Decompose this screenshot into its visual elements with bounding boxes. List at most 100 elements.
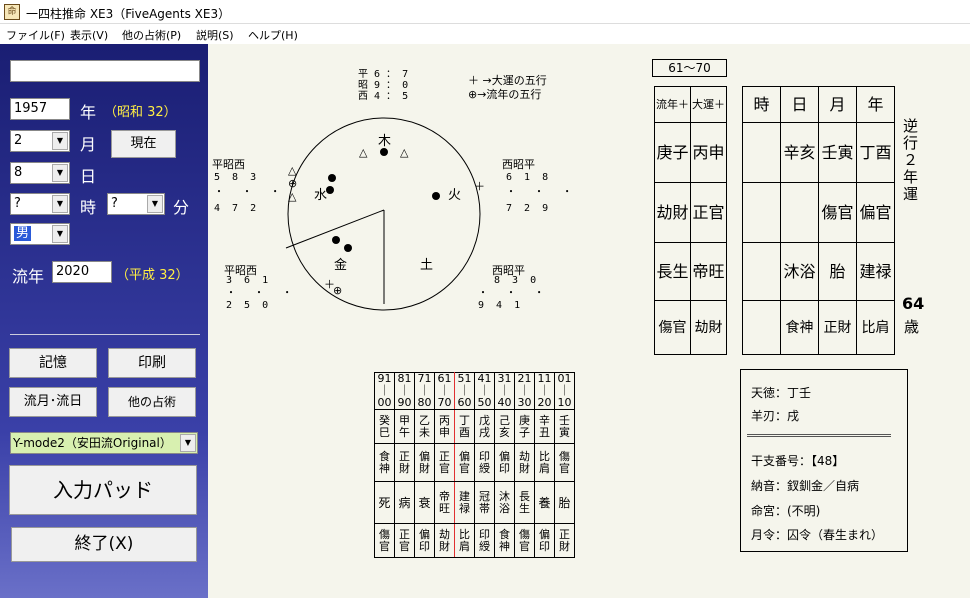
- fire-dot: [432, 192, 440, 200]
- metal-dot-1: [332, 236, 340, 244]
- pillar-cell: 壬寅: [818, 122, 857, 183]
- chevron-down-icon[interactable]: ▼: [52, 164, 68, 182]
- name-input[interactable]: [10, 60, 200, 82]
- hour-select[interactable]: ? ▼: [10, 193, 70, 215]
- now-button[interactable]: 現在: [111, 130, 176, 158]
- mode-select[interactable]: Y-mode2（安田流Original） ▼: [10, 432, 198, 454]
- element-wood: 木: [378, 134, 392, 149]
- dayun-cell-stages: 帝旺: [434, 481, 455, 524]
- lu-head: 平昭西: [212, 158, 245, 171]
- flow-year-era: （平成 32）: [116, 268, 189, 283]
- dayun-cell-hidden: 食神: [494, 523, 515, 558]
- dayun-cell-hidden: 傷官: [374, 523, 395, 558]
- dayun-cell-gods: 偏財: [414, 443, 435, 482]
- dayun-cell-stems: 丙申: [434, 409, 455, 444]
- print-button[interactable]: 印刷: [108, 348, 196, 378]
- element-earth: 土: [420, 258, 434, 273]
- five-element-wheel: 平 6 ： 7 昭 9 ： 0 西 4 ： 5 ＋ →大運の五行 ⊕→流年の五行…: [212, 56, 572, 316]
- dayun-cell-ranges: 31｜40: [494, 372, 515, 410]
- input-pad-button[interactable]: 入力パッド: [9, 465, 197, 515]
- dayun-cell-gods: 印綬: [474, 443, 495, 482]
- pillar-cell: 食神: [780, 300, 819, 355]
- dayun-cell-hidden: 偏印: [534, 523, 555, 558]
- luck-cell: 帝旺: [690, 242, 727, 301]
- luck-table: 流年＋ 大運＋ 庚子 丙申 劫財 正官 長生 帝旺 傷官 劫財: [654, 86, 727, 355]
- triangle-icon: △: [288, 190, 297, 203]
- pillar-header-hour: 時: [742, 86, 781, 123]
- menu-view[interactable]: 表示(V): [70, 27, 108, 43]
- luck-header-ryunen: 流年＋: [654, 86, 691, 123]
- pillar-cell: 傷官: [818, 182, 857, 243]
- month-label: 月: [80, 135, 97, 154]
- dayun-cell-stems: 乙未: [414, 409, 435, 444]
- dayun-cell-hidden: 正財: [554, 523, 575, 558]
- pillar-cell: 比肩: [856, 300, 895, 355]
- day-label: 日: [80, 167, 97, 186]
- pillar-cell: [742, 300, 781, 355]
- dayun-cell-stems: 庚子: [514, 409, 535, 444]
- dayun-cell-gods: 偏官: [454, 443, 475, 482]
- metal-dot-2: [344, 244, 352, 252]
- wood-dot: [380, 148, 388, 156]
- age-value: 64: [902, 294, 925, 313]
- flow-year-label: 流年: [12, 267, 45, 286]
- circle-plus-icon: ⊕: [288, 177, 298, 190]
- exit-button[interactable]: 終了(X): [11, 527, 197, 562]
- chevron-down-icon[interactable]: ▼: [52, 195, 68, 213]
- tentoku: 天徳：丁壬: [751, 386, 812, 400]
- dayun-cell-hidden: 印綬: [474, 523, 495, 558]
- minute-label: 分: [173, 198, 190, 217]
- menu-other[interactable]: 他の占術(P): [122, 27, 181, 43]
- memory-button[interactable]: 記憶: [9, 348, 97, 378]
- pillar-cell: 建禄: [856, 242, 895, 301]
- chevron-down-icon[interactable]: ▼: [147, 195, 163, 213]
- dayun-cell-stages: 冠帯: [474, 481, 495, 524]
- gender-select[interactable]: 男 ▼: [10, 223, 70, 245]
- dayun-cell-gods: 正財: [394, 443, 415, 482]
- chevron-down-icon[interactable]: ▼: [180, 434, 196, 452]
- ll-line-1: 3 6 1: [226, 275, 269, 286]
- dayun-cell-gods: 傷官: [554, 443, 575, 482]
- year-input[interactable]: 1957: [10, 98, 70, 120]
- luck-cell: 丙申: [690, 122, 727, 183]
- dayun-cell-stems: 己亥: [494, 409, 515, 444]
- dayun-cell-gods: 劫財: [514, 443, 535, 482]
- flow-year-input[interactable]: 2020: [52, 261, 112, 283]
- other-divination-button[interactable]: 他の占術: [108, 387, 196, 417]
- dayun-cell-hidden: 偏印: [414, 523, 435, 558]
- plus-icon: ＋: [474, 180, 485, 193]
- app-icon: 命: [4, 4, 20, 20]
- dayun-cell-stages: 死: [374, 481, 395, 524]
- water-dot-1: [328, 174, 336, 182]
- chevron-down-icon[interactable]: ▼: [52, 132, 68, 150]
- chevron-down-icon[interactable]: ▼: [52, 225, 68, 243]
- luck-cell: 傷官: [654, 300, 691, 355]
- dayun-cell-gods: 食神: [374, 443, 395, 482]
- menu-file[interactable]: ファイル(F): [6, 27, 65, 43]
- month-select[interactable]: 2 ▼: [10, 130, 70, 152]
- dayun-cell-ranges: 51｜60: [454, 372, 475, 410]
- pillar-cell: [742, 242, 781, 301]
- divider: [10, 334, 200, 335]
- dayun-cell-stages: 建禄: [454, 481, 475, 524]
- ru-head: 西昭平: [502, 158, 535, 171]
- minute-select[interactable]: ? ▼: [107, 193, 165, 215]
- dayun-cell-stages: 病: [394, 481, 415, 524]
- day-select[interactable]: 8 ▼: [10, 162, 70, 184]
- menu-bar: ファイル(F) 表示(V) 他の占術(P) 説明(S) ヘルプ(H): [0, 24, 970, 44]
- dayun-cell-ranges: 21｜30: [514, 372, 535, 410]
- flow-month-button[interactable]: 流月･流日: [9, 387, 97, 417]
- element-metal: 金: [334, 258, 348, 273]
- menu-help[interactable]: ヘルプ(H): [248, 27, 298, 43]
- dayun-cell-hidden: 比肩: [454, 523, 475, 558]
- current-range-box: 61～70: [652, 59, 727, 77]
- dayun-cell-ranges: 01｜10: [554, 372, 575, 410]
- dayun-cell-stems: 戊戌: [474, 409, 495, 444]
- input-panel: 1957 年 （昭和 32） 2 ▼ 月 現在 8 ▼ 日 ? ▼ 時 ? ▼ 分 男 ▼…: [0, 44, 208, 598]
- lu-line-3: 4 7 2: [214, 203, 257, 214]
- menu-help-desc[interactable]: 説明(S): [196, 27, 234, 43]
- window-title: 一四柱推命 XE3（FiveAgents XE3）: [26, 7, 231, 21]
- luck-cell: 庚子: [654, 122, 691, 183]
- pillar-cell: 辛亥: [780, 122, 819, 183]
- rl-line-3: 9 4 1: [478, 300, 521, 311]
